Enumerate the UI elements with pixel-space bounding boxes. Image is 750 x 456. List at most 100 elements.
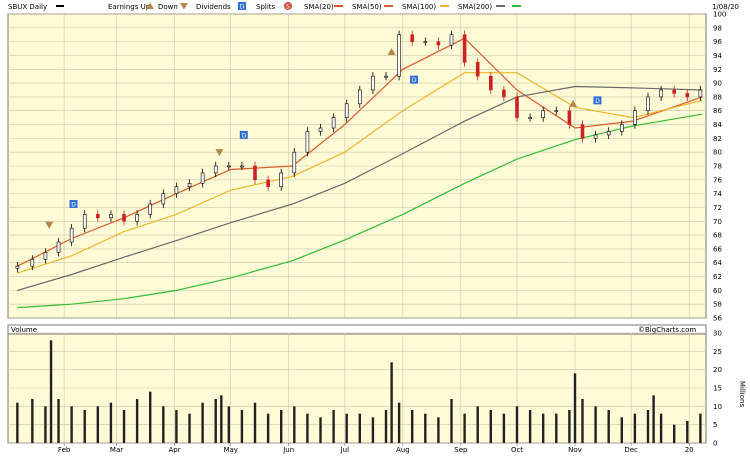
price-ytick-label: 86 — [713, 107, 722, 115]
dividend-marker: D — [239, 130, 248, 139]
legend-sma50-label: SMA(50) — [352, 3, 382, 11]
candle-body — [187, 182, 192, 188]
volume-bar — [555, 413, 558, 443]
volume-bar — [109, 402, 113, 443]
volume-ytick-label: 20 — [713, 366, 722, 374]
volume-bar — [253, 402, 257, 443]
candle-body — [515, 96, 519, 118]
stock-chart: SBUX Daily Earnings Up Down Dividends D … — [7, 2, 746, 454]
dividend-marker: D — [69, 200, 78, 208]
price-ytick-label: 56 — [713, 315, 722, 323]
candle-body — [43, 252, 48, 260]
legend-sma200-label: SMA(200) — [458, 3, 492, 11]
candle-body — [69, 227, 74, 243]
volume-bar — [358, 413, 362, 443]
candle-body — [200, 172, 205, 184]
volume-bar — [397, 402, 401, 443]
volume-bar — [489, 410, 492, 443]
dividend-marker-glyph: D — [242, 132, 247, 139]
legend-down-label: Down — [158, 3, 178, 11]
volume-bar — [390, 362, 393, 443]
price-candle — [515, 92, 519, 122]
volume-ytick-label: 10 — [713, 403, 722, 411]
x-tick-label: Nov — [568, 446, 582, 454]
volume-bar — [424, 413, 427, 443]
candle-body — [305, 131, 310, 153]
price-ytick-label: 90 — [713, 80, 722, 88]
volume-bar — [201, 402, 204, 443]
volume-bar — [227, 406, 231, 443]
candle-body — [423, 41, 428, 43]
candle-body — [148, 203, 153, 215]
price-ytick-label: 80 — [713, 149, 722, 157]
volume-bar — [476, 406, 479, 443]
volume-bar — [568, 410, 571, 443]
candle-body — [475, 62, 480, 77]
candle-body — [174, 186, 179, 194]
candle-body — [502, 89, 506, 98]
candle-body — [410, 34, 415, 42]
volume-bar — [384, 410, 388, 443]
candle-body — [397, 34, 401, 77]
x-tick-label: Jun — [282, 446, 294, 454]
candle-body — [580, 124, 585, 139]
price-ytick-label: 68 — [713, 232, 722, 240]
volume-bar — [149, 391, 152, 443]
legend-splits-label: Splits — [256, 3, 276, 11]
candle-body — [371, 75, 375, 91]
x-tick-label: 20 — [685, 446, 694, 454]
x-tick-label: Feb — [58, 446, 71, 454]
dividend-marker-glyph: D — [71, 201, 76, 208]
candle-body — [122, 214, 126, 222]
volume-bar — [581, 399, 584, 443]
volume-bar — [293, 406, 296, 443]
candle-body — [344, 103, 349, 118]
price-ytick-label: 62 — [713, 273, 722, 281]
volume-bar — [83, 410, 86, 443]
x-tick-label: Dec — [624, 446, 638, 454]
x-tick-label: Oct — [511, 446, 523, 454]
volume-bar — [659, 413, 663, 443]
price-candle — [397, 30, 401, 81]
volume-bar — [652, 395, 655, 443]
volume-bar — [214, 399, 217, 443]
price-ytick-label: 74 — [713, 190, 722, 198]
x-tick-label: Jul — [340, 446, 350, 454]
candle-body — [227, 165, 231, 168]
candle-body — [606, 131, 611, 136]
symbol-label: SBUX Daily — [8, 3, 47, 11]
legend-sma20-label: SMA(20) — [304, 3, 334, 11]
candle-body — [213, 165, 218, 174]
volume-bar — [411, 410, 414, 443]
price-ytick-label: 78 — [713, 163, 722, 171]
price-candle — [462, 30, 467, 67]
volume-header-strip — [7, 324, 707, 335]
candle-body — [15, 265, 20, 269]
volume-bar — [306, 413, 309, 443]
volume-bar — [70, 406, 73, 443]
candle-body — [672, 89, 676, 94]
split-icon: S — [284, 2, 292, 10]
volume-bar — [437, 417, 440, 443]
price-ytick-label: 98 — [713, 24, 722, 32]
volume-bar — [594, 406, 597, 443]
price-ytick-label: 88 — [713, 93, 722, 101]
volume-bar — [332, 410, 335, 443]
price-ytick-label: 100 — [713, 11, 726, 19]
candle-body — [541, 110, 545, 118]
candle-body — [384, 75, 388, 78]
volume-bar — [188, 413, 191, 443]
volume-bar — [620, 417, 623, 443]
volume-y-axis: 0 5 10 15 20 25 30 — [713, 330, 722, 448]
candle-body — [266, 179, 270, 188]
candle-body — [82, 214, 87, 229]
volume-bar — [573, 373, 577, 443]
volume-bar — [371, 417, 375, 443]
volume-bar — [450, 399, 453, 443]
volume-bar — [463, 413, 466, 443]
volume-bar — [646, 410, 650, 443]
volume-ytick-label: 15 — [713, 385, 722, 393]
price-ytick-label: 84 — [713, 121, 722, 129]
candle-body — [567, 110, 572, 125]
candle-body — [358, 89, 362, 105]
